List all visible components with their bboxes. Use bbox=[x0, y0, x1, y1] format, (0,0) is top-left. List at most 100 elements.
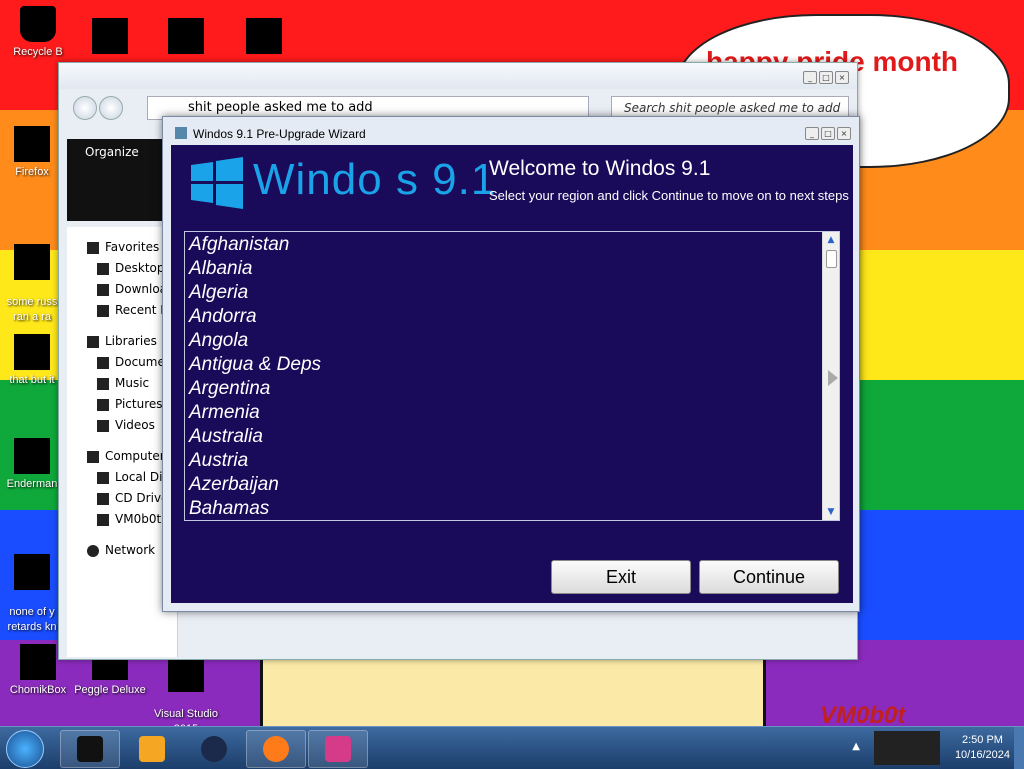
address-text: shit people asked me to add bbox=[188, 100, 373, 115]
region-item[interactable]: Andorra bbox=[189, 305, 819, 329]
close-button[interactable]: × bbox=[837, 127, 851, 140]
app-icon bbox=[14, 334, 50, 370]
desktop-icon-recycle-bin[interactable]: Recycle B bbox=[2, 6, 74, 60]
show-desktop-button[interactable] bbox=[1014, 727, 1024, 769]
wizard-app-icon bbox=[175, 127, 187, 139]
desktop-icon-1[interactable] bbox=[74, 18, 146, 57]
cd-icon bbox=[97, 492, 109, 505]
nav-label: Docume bbox=[115, 355, 165, 369]
nav-recent[interactable]: Recent P bbox=[67, 300, 177, 321]
scrollbar-thumb[interactable] bbox=[826, 250, 837, 268]
wizard-body: Windo s 9.1 Welcome to Windos 9.1 Select… bbox=[171, 145, 853, 603]
nav-pictures[interactable]: Pictures bbox=[67, 394, 177, 415]
nav-label: Videos bbox=[115, 418, 155, 432]
chomikbox-icon bbox=[20, 644, 56, 680]
recycle-bin-icon bbox=[77, 736, 103, 762]
computer-icon bbox=[87, 450, 99, 463]
clock-date: 10/16/2024 bbox=[954, 749, 1010, 761]
network-drive-icon bbox=[97, 513, 109, 526]
nav-label: VM0b0t bbox=[115, 512, 162, 526]
taskbar-item-media[interactable] bbox=[122, 730, 182, 768]
region-item[interactable]: Bahamas bbox=[189, 497, 819, 520]
nav-videos[interactable]: Videos bbox=[67, 415, 177, 436]
scroll-up-icon[interactable]: ▲ bbox=[823, 232, 839, 248]
taskbar-item-wizard[interactable] bbox=[308, 730, 368, 768]
network-icon bbox=[87, 544, 99, 557]
taskbar-item-firefox[interactable] bbox=[246, 730, 306, 768]
nav-computer[interactable]: Computer bbox=[67, 446, 177, 467]
tray-app-icon[interactable] bbox=[874, 731, 940, 765]
desktop-icon bbox=[97, 262, 109, 275]
explorer-window-controls: _ □ × bbox=[803, 71, 849, 84]
mouse-cursor-icon bbox=[828, 370, 838, 386]
app-icon bbox=[92, 18, 128, 54]
taskbar-clock[interactable]: 2:50 PM 10/16/2024 bbox=[955, 733, 1010, 763]
upgrade-wizard-window: Windos 9.1 Pre-Upgrade Wizard _ □ × Wind… bbox=[162, 116, 860, 612]
region-item[interactable]: Austria bbox=[189, 449, 819, 473]
media-player-icon bbox=[139, 736, 165, 762]
nav-desktop[interactable]: Desktop bbox=[67, 258, 177, 279]
minimize-button[interactable]: _ bbox=[803, 71, 817, 84]
recycle-bin-icon bbox=[20, 6, 56, 42]
nav-label: Local Dis bbox=[115, 470, 169, 484]
region-listbox[interactable]: Afghanistan Albania Algeria Andorra Ango… bbox=[184, 231, 840, 521]
windows-logo-icon bbox=[191, 157, 243, 209]
pictures-icon bbox=[97, 398, 109, 411]
region-item[interactable]: Antigua & Deps bbox=[189, 353, 819, 377]
search-placeholder: Search shit people asked me to add bbox=[624, 101, 841, 115]
taskbar-item-recycle[interactable] bbox=[60, 730, 120, 768]
firefox-icon bbox=[263, 736, 289, 762]
desktop-icon-2[interactable] bbox=[150, 18, 222, 57]
nav-cd-drive[interactable]: CD Drive bbox=[67, 488, 177, 509]
nav-favorites[interactable]: Favorites bbox=[67, 237, 177, 258]
region-item[interactable]: Argentina bbox=[189, 377, 819, 401]
nav-libraries[interactable]: Libraries bbox=[67, 331, 177, 352]
region-item[interactable]: Azerbaijan bbox=[189, 473, 819, 497]
close-button[interactable]: × bbox=[835, 71, 849, 84]
windos-logo-text: Windo s 9.1 bbox=[253, 155, 497, 204]
nav-music[interactable]: Music bbox=[67, 373, 177, 394]
region-item[interactable]: Afghanistan bbox=[189, 233, 819, 257]
nav-label: Network bbox=[105, 543, 156, 557]
desktop-icon-3[interactable] bbox=[228, 18, 300, 57]
star-icon bbox=[87, 241, 99, 254]
organize-button[interactable]: Organize bbox=[85, 145, 139, 159]
region-item[interactable]: Angola bbox=[189, 329, 819, 353]
exit-button[interactable]: Exit bbox=[551, 560, 691, 594]
tray-expand-icon[interactable]: ▲ bbox=[852, 741, 860, 752]
taskbar-item-app[interactable] bbox=[184, 730, 244, 768]
maximize-button[interactable]: □ bbox=[819, 71, 833, 84]
app-icon bbox=[14, 438, 50, 474]
minimize-button[interactable]: _ bbox=[805, 127, 819, 140]
nav-label: Recent P bbox=[115, 303, 168, 317]
nav-network[interactable]: Network bbox=[67, 540, 177, 561]
disk-icon bbox=[97, 471, 109, 484]
desktop-icon-label: Recycle B bbox=[13, 46, 63, 58]
wizard-title: Windos 9.1 Pre-Upgrade Wizard bbox=[193, 127, 366, 141]
scroll-down-icon[interactable]: ▼ bbox=[823, 504, 839, 520]
nav-vm[interactable]: VM0b0t bbox=[67, 509, 177, 530]
nav-documents[interactable]: Docume bbox=[67, 352, 177, 373]
region-item[interactable]: Algeria bbox=[189, 281, 819, 305]
region-item[interactable]: Australia bbox=[189, 425, 819, 449]
forward-button[interactable] bbox=[99, 96, 123, 120]
app-icon bbox=[168, 18, 204, 54]
welcome-heading: Welcome to Windos 9.1 bbox=[489, 157, 711, 180]
download-icon bbox=[97, 283, 109, 296]
nav-local-disk[interactable]: Local Dis bbox=[67, 467, 177, 488]
app-icon bbox=[14, 244, 50, 280]
video-icon bbox=[97, 419, 109, 432]
maximize-button[interactable]: □ bbox=[821, 127, 835, 140]
nav-label: Desktop bbox=[115, 261, 165, 275]
wizard-app-icon bbox=[325, 736, 351, 762]
nav-downloads[interactable]: Downloa bbox=[67, 279, 177, 300]
back-button[interactable] bbox=[73, 96, 97, 120]
continue-button[interactable]: Continue bbox=[699, 560, 839, 594]
nav-label: Downloa bbox=[115, 282, 168, 296]
region-item[interactable]: Armenia bbox=[189, 401, 819, 425]
explorer-titlebar[interactable] bbox=[59, 63, 857, 89]
region-item[interactable]: Albania bbox=[189, 257, 819, 281]
explorer-toolbar: Organize bbox=[67, 139, 177, 221]
start-button[interactable] bbox=[6, 730, 44, 768]
taskbar: ▲ 2:50 PM 10/16/2024 bbox=[0, 726, 1024, 769]
